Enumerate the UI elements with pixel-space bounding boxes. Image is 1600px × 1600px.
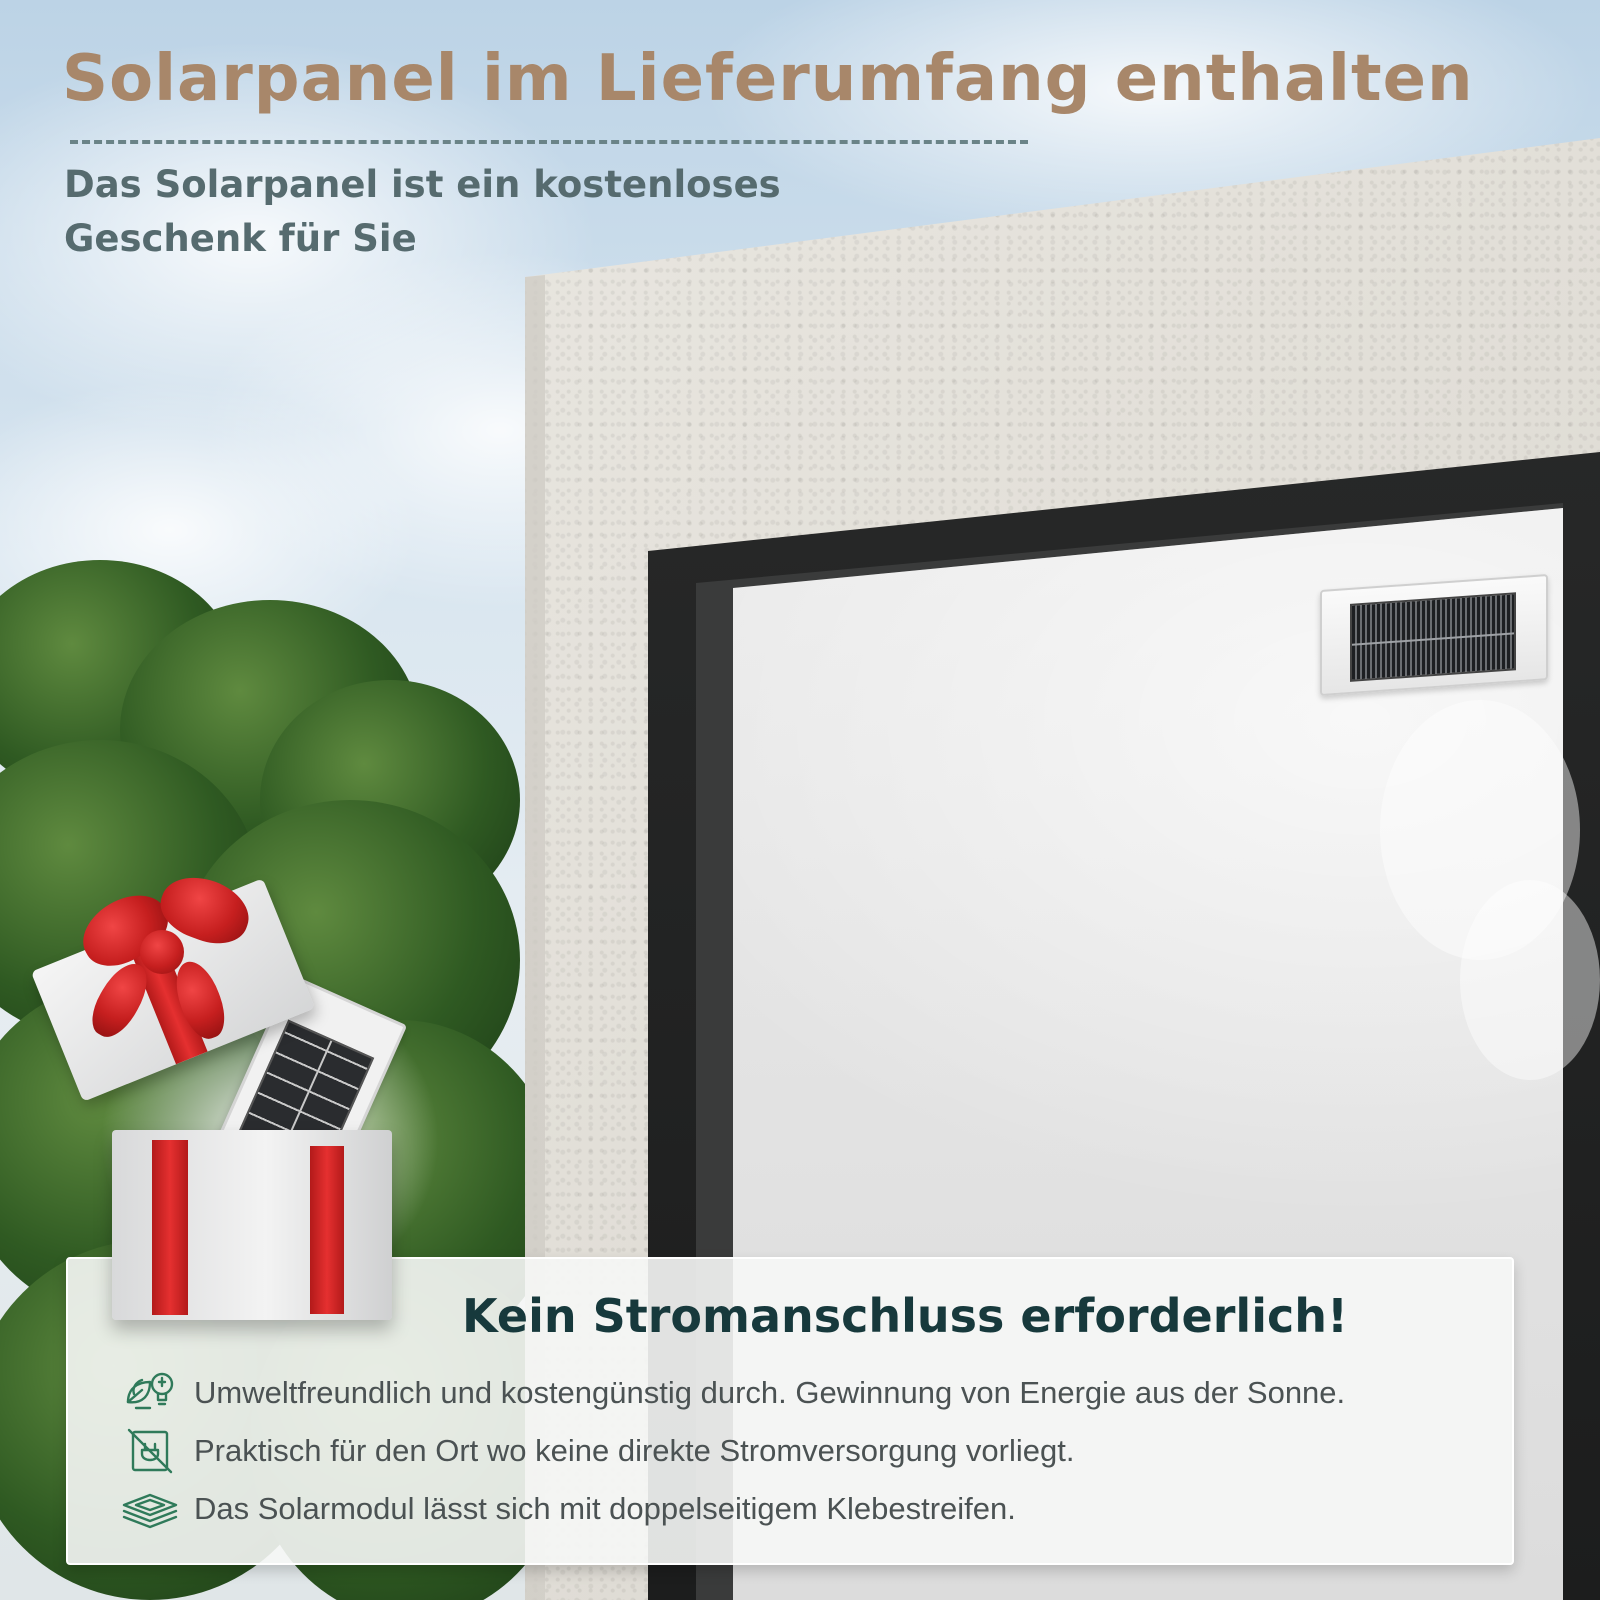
feature-item: Das Solarmodul lässt sich mit doppelseit…	[120, 1483, 1500, 1535]
subtitle-line-1: Das Solarpanel ist ein kostenloses	[64, 163, 781, 206]
feature-text: Praktisch für den Ort wo keine direkte S…	[194, 1433, 1075, 1468]
subtitle-line-2: Geschenk für Sie	[64, 217, 417, 260]
feature-item: Umweltfreundlich und kostengünstig durch…	[120, 1367, 1500, 1419]
subtitle: Das Solarpanel ist ein kostenloses Gesch…	[64, 158, 824, 266]
feature-text: Umweltfreundlich und kostengünstig durch…	[194, 1375, 1346, 1410]
adhesive-layers-icon	[120, 1484, 180, 1534]
eco-leaf-bulb-icon	[120, 1368, 180, 1418]
dashed-divider	[70, 140, 1028, 144]
mounted-solar-panel	[1320, 574, 1548, 696]
feature-item: Praktisch für den Ort wo keine direkte S…	[120, 1425, 1500, 1477]
no-plug-icon	[120, 1426, 180, 1476]
feature-text: Das Solarmodul lässt sich mit doppelseit…	[194, 1491, 1016, 1526]
page-title: Solarpanel im Lieferumfang enthalten	[62, 42, 1474, 116]
gift-box-illustration	[30, 860, 440, 1340]
